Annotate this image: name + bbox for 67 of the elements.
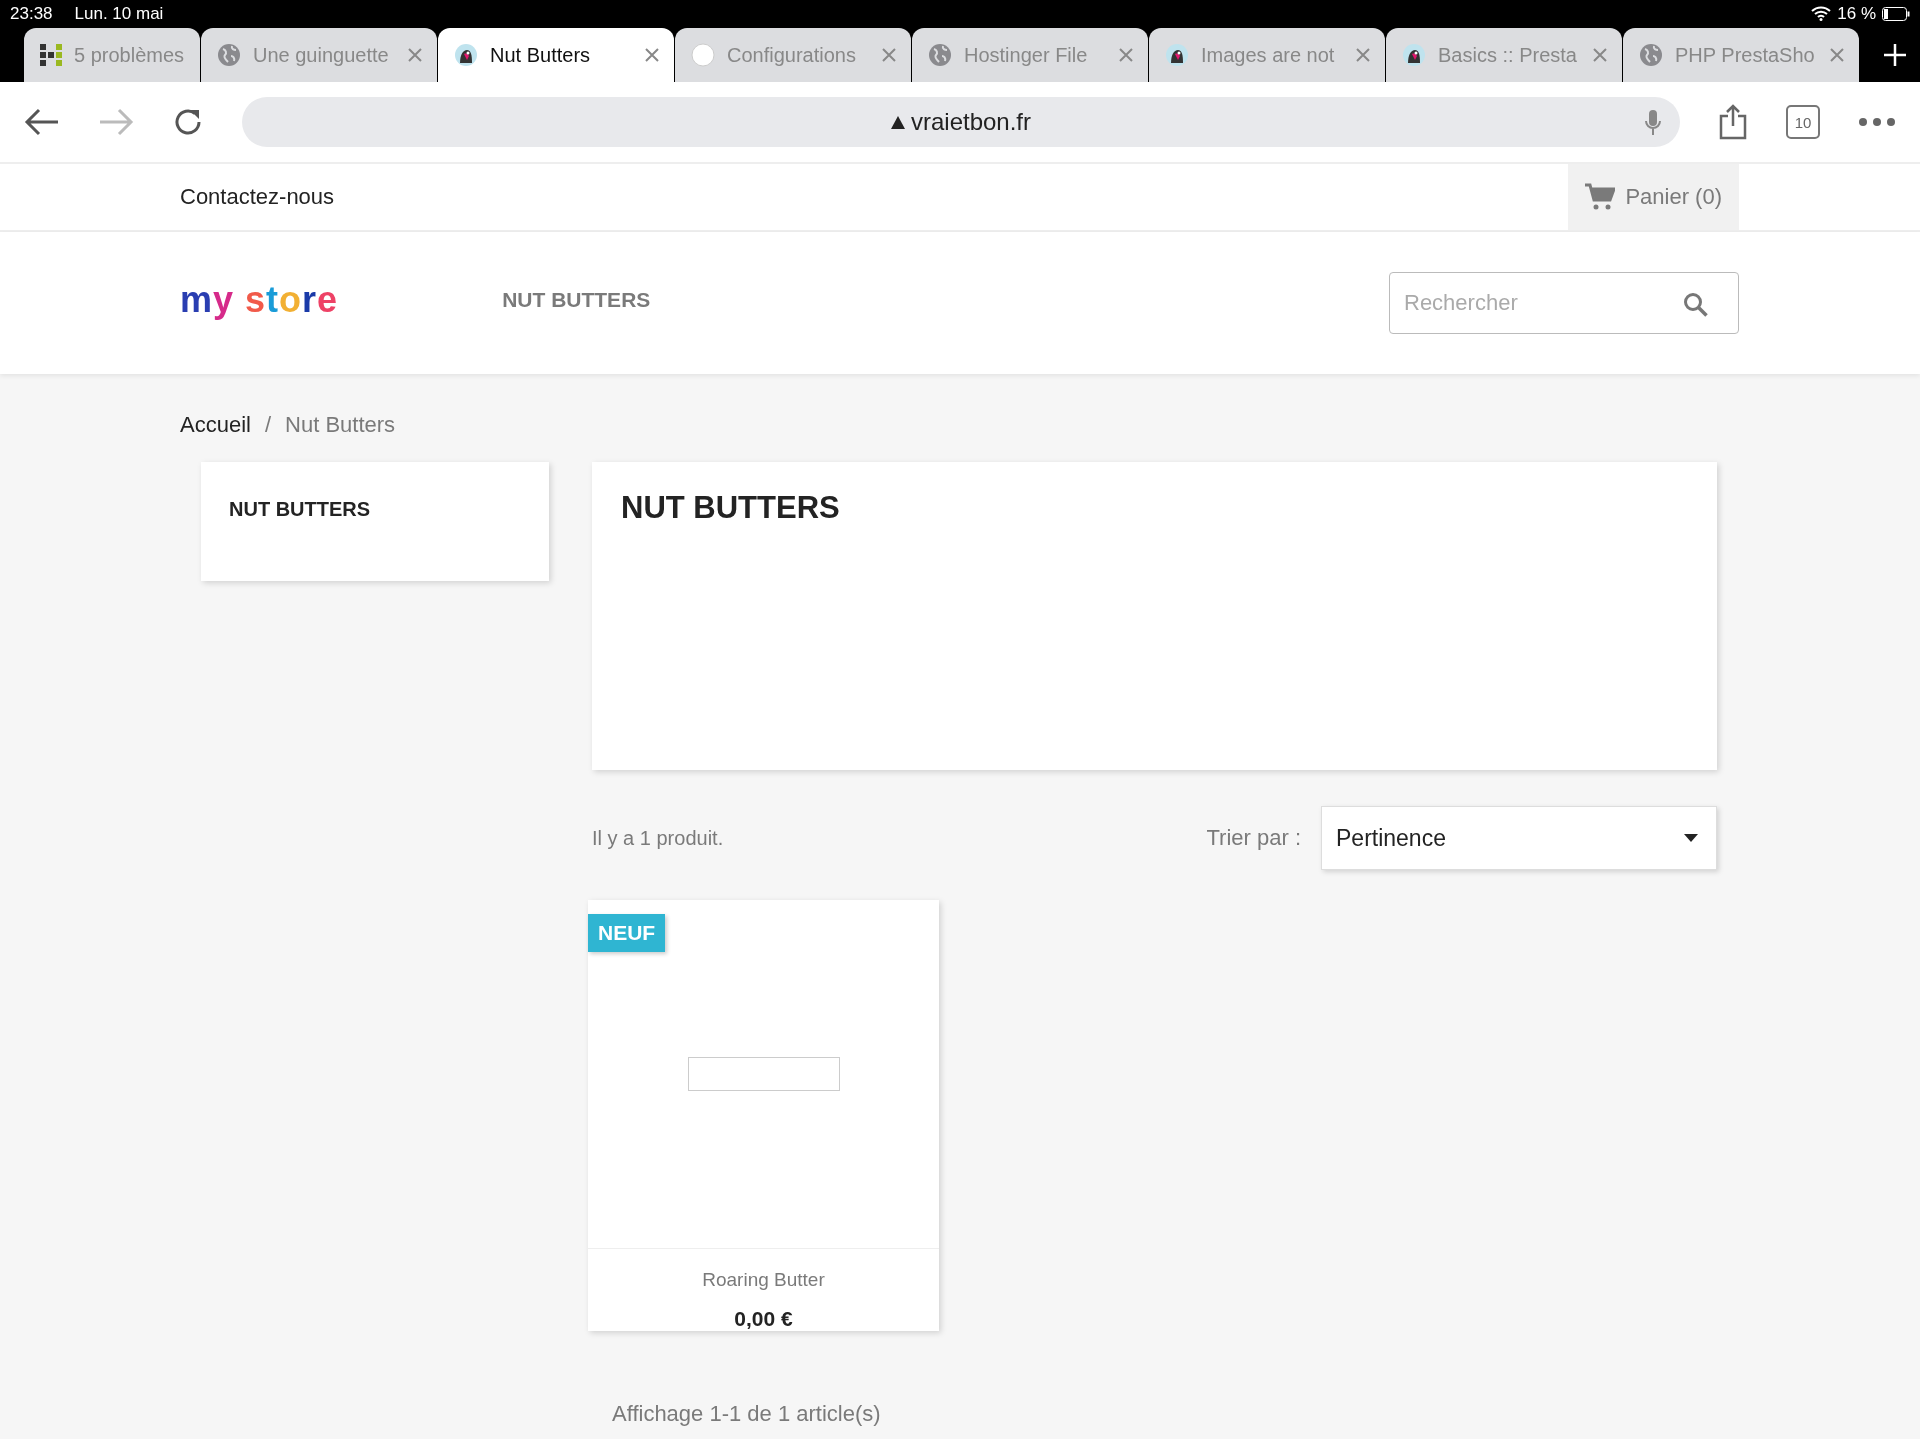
sort-label: Trier par : — [1206, 825, 1301, 851]
close-icon[interactable] — [407, 47, 423, 63]
wifi-icon — [1811, 6, 1832, 21]
tab-title: Configurations — [727, 43, 857, 67]
tab-title: 5 problèmes — [74, 43, 186, 67]
browser-tab[interactable]: Hostinger File — [912, 28, 1148, 82]
product-count: Il y a 1 produit. — [592, 826, 724, 850]
back-arrow-icon[interactable] — [24, 107, 60, 137]
browser-tab[interactable]: Basics :: Presta — [1386, 28, 1622, 82]
close-icon[interactable] — [644, 47, 660, 63]
tab-count[interactable]: 10 — [1786, 105, 1820, 139]
bird-icon — [1402, 43, 1426, 67]
url-text: vraietbon.fr — [910, 108, 1032, 136]
store-logo[interactable]: my store — [180, 279, 339, 321]
address-bar[interactable]: vraietbon.fr — [242, 97, 1680, 147]
browser-tab[interactable]: Images are not — [1149, 28, 1385, 82]
microphone-icon[interactable] — [1644, 109, 1662, 137]
pagination-summary: Affichage 1-1 de 1 article(s) — [612, 1401, 882, 1427]
browser-tab[interactable]: Une guinguette — [201, 28, 437, 82]
tab-title: Images are not — [1201, 43, 1336, 67]
browser-tab[interactable]: 5 problèmes — [24, 28, 200, 82]
close-icon[interactable] — [1355, 47, 1371, 63]
menu-link[interactable]: NUT BUTTERS — [502, 288, 651, 312]
caret-icon — [1684, 834, 1698, 842]
close-icon[interactable] — [881, 47, 897, 63]
circle-icon — [691, 43, 715, 67]
product-name[interactable]: Roaring Butter — [588, 1269, 939, 1291]
search-field[interactable]: Rechercher — [1389, 272, 1739, 334]
plus-icon[interactable] — [1882, 41, 1908, 68]
globe-icon — [217, 43, 241, 67]
new-badge: NEUF — [588, 914, 666, 952]
search-icon[interactable] — [1683, 292, 1709, 318]
battery-level: 16 % — [1837, 3, 1876, 24]
globe-icon — [928, 43, 952, 67]
tab-title: Hostinger File — [964, 43, 1089, 67]
grid-icon — [40, 44, 62, 66]
browser-tab[interactable]: PHP PrestaSho — [1623, 28, 1859, 82]
tab-title: Basics :: Presta — [1438, 43, 1578, 67]
breadcrumb-link[interactable]: Accueil — [180, 412, 251, 438]
close-icon[interactable] — [1592, 47, 1608, 63]
tab-title: PHP PrestaSho — [1675, 43, 1816, 67]
close-icon[interactable] — [1118, 47, 1134, 63]
bird-icon — [1165, 43, 1189, 67]
forward-arrow-icon[interactable] — [98, 107, 134, 137]
warning-icon — [890, 115, 905, 129]
contact-link[interactable]: Contactez-nous — [180, 184, 335, 210]
product-price: 0,00 € — [733, 1307, 794, 1331]
tab-title: Une guinguette — [253, 43, 390, 67]
close-icon[interactable] — [1829, 47, 1845, 63]
status-time: 23:38 — [10, 3, 53, 24]
bird-icon — [454, 43, 478, 67]
breadcrumb-separator: / — [264, 412, 272, 438]
tab-title: Nut Butters — [490, 43, 592, 67]
sort-dropdown[interactable]: Pertinence — [1321, 806, 1717, 870]
more-icon[interactable] — [1858, 117, 1896, 127]
share-icon[interactable] — [1718, 104, 1748, 140]
battery-icon — [1882, 6, 1910, 21]
status-date: Lun. 10 mai — [74, 3, 164, 24]
globe-icon — [1639, 43, 1663, 67]
browser-tab[interactable]: Configurations — [675, 28, 911, 82]
product-card[interactable]: NEUF Roaring Butter 0,00 € — [588, 900, 939, 1331]
category-title: NUT BUTTERS — [621, 490, 841, 526]
cart-icon — [1585, 183, 1616, 211]
cart-button[interactable]: Panier (0) — [1568, 164, 1739, 230]
browser-tab[interactable]: Nut Butters — [438, 28, 674, 82]
sidebar-title[interactable]: NUT BUTTERS — [229, 498, 371, 520]
breadcrumb-link[interactable]: Nut Butters — [285, 412, 396, 438]
